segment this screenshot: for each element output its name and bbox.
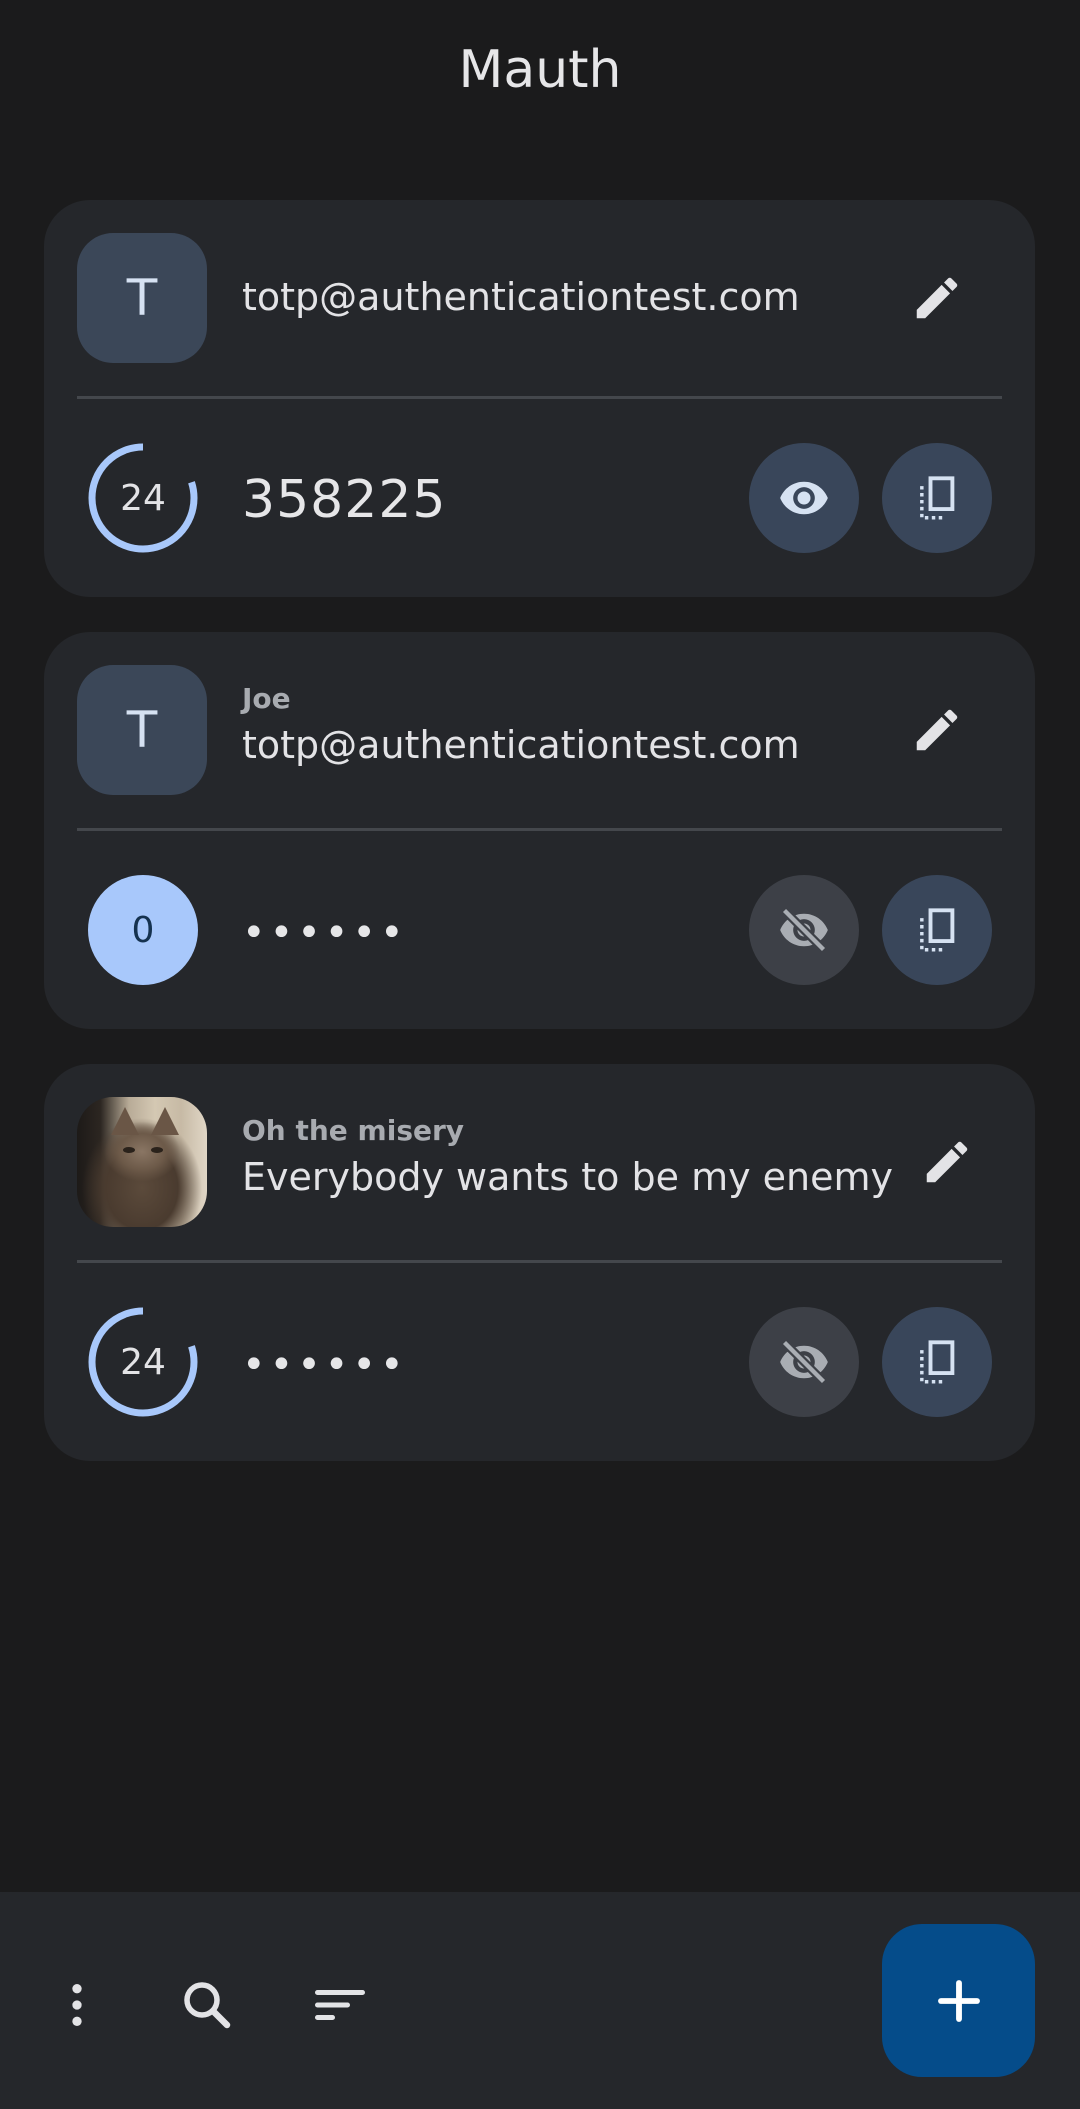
divider (77, 828, 1002, 831)
divider (77, 1260, 1002, 1263)
pencil-icon (916, 277, 958, 319)
copy-icon (920, 476, 955, 520)
bottom-app-bar (0, 1892, 1080, 2109)
account-avatar-image (77, 1097, 207, 1227)
account-avatar: T (77, 665, 207, 795)
pencil-icon (916, 709, 958, 751)
copy-code-button[interactable] (882, 1307, 992, 1417)
countdown-timer: 0 (88, 875, 198, 985)
copy-code-button[interactable] (882, 875, 992, 985)
cat-eye (151, 1147, 163, 1153)
otp-code-hidden[interactable]: •••••• (242, 1342, 408, 1388)
account-card: T Joe totp@authenticationtest.com 0 ••••… (44, 632, 1035, 1029)
pencil-icon (926, 1141, 968, 1183)
account-card: T totp@authenticationtest.com 24 358225 (44, 200, 1035, 597)
cat-ear (151, 1107, 179, 1135)
plus-icon (937, 1979, 980, 2022)
add-account-button[interactable] (882, 1924, 1035, 2077)
copy-code-button[interactable] (882, 443, 992, 553)
app-title: Mauth (458, 40, 622, 100)
countdown-timer: 24 (88, 443, 198, 553)
eye-icon (780, 481, 828, 515)
edit-button[interactable] (902, 695, 972, 765)
account-text: totp@authenticationtest.com (242, 200, 862, 396)
cat-ear (111, 1107, 139, 1135)
sort-button[interactable] (305, 1970, 375, 2040)
account-text: Oh the misery Everybody wants to be my e… (242, 1064, 893, 1260)
edit-button[interactable] (912, 1127, 982, 1197)
timer-value: 0 (131, 909, 155, 951)
sort-icon (315, 1990, 365, 2020)
account-issuer: Oh the misery (242, 1114, 465, 1147)
countdown-timer: 24 (88, 1307, 198, 1417)
otp-code-hidden[interactable]: •••••• (242, 910, 408, 956)
edit-button[interactable] (902, 263, 972, 333)
reveal-code-button[interactable] (749, 1307, 859, 1417)
account-avatar: T (77, 233, 207, 363)
eye-off-icon (780, 1339, 828, 1385)
account-issuer: Joe (242, 682, 291, 715)
divider (77, 396, 1002, 399)
timer-value: 24 (120, 477, 166, 519)
search-button[interactable] (172, 1970, 242, 2040)
cat-eye (123, 1147, 135, 1153)
timer-value: 24 (120, 1341, 166, 1383)
account-name: totp@authenticationtest.com (242, 723, 800, 767)
eye-off-icon (780, 907, 828, 953)
copy-icon (920, 1340, 955, 1384)
reveal-code-button[interactable] (749, 875, 859, 985)
copy-icon (920, 908, 955, 952)
account-name: totp@authenticationtest.com (242, 275, 800, 319)
search-icon (184, 1982, 231, 2029)
more-options-button[interactable] (42, 1970, 112, 2040)
account-card: Oh the misery Everybody wants to be my e… (44, 1064, 1035, 1461)
otp-code[interactable]: 358225 (242, 470, 447, 530)
account-text: Joe totp@authenticationtest.com (242, 632, 862, 828)
more-vert-icon (72, 1984, 82, 2026)
account-name: Everybody wants to be my enemy (242, 1155, 894, 1199)
reveal-code-button[interactable] (749, 443, 859, 553)
